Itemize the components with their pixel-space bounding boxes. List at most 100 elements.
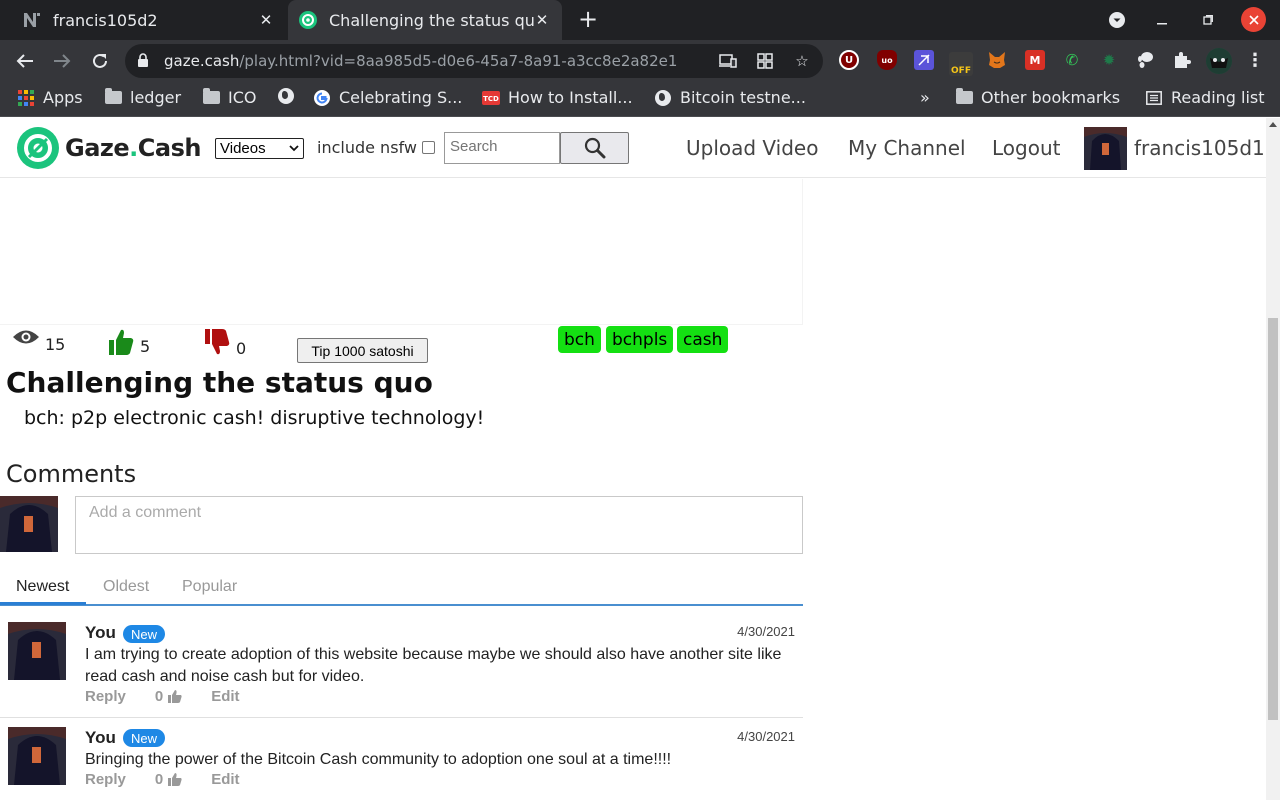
reload-icon[interactable] bbox=[87, 48, 113, 74]
google-icon bbox=[313, 89, 331, 106]
reading-list[interactable]: Reading list bbox=[1145, 88, 1265, 107]
select-value: Videos bbox=[220, 140, 266, 157]
nsfw-checkbox[interactable] bbox=[421, 141, 435, 154]
m-red-icon[interactable]: M bbox=[1025, 50, 1045, 70]
tag-cash[interactable]: cash bbox=[677, 326, 729, 353]
bookmark-bitcoin-testnet[interactable]: Bitcoin testne... bbox=[654, 88, 806, 107]
ublock-origin-icon[interactable]: U bbox=[839, 50, 859, 70]
bookmark-label: Celebrating S... bbox=[339, 88, 463, 107]
upload-video-link[interactable]: Upload Video bbox=[686, 136, 818, 160]
avatar[interactable] bbox=[8, 622, 66, 680]
likes-value: 5 bbox=[140, 337, 151, 356]
tab-search-icon[interactable] bbox=[1105, 8, 1129, 32]
comment-author[interactable]: You bbox=[85, 728, 116, 748]
reply-button[interactable]: Reply bbox=[85, 771, 126, 788]
close-tab-icon[interactable]: ✕ bbox=[256, 10, 276, 30]
off-icon[interactable]: OFF bbox=[949, 52, 973, 76]
site-header: Gaze.Cash Videos include nsfw Search Upl… bbox=[0, 118, 1266, 178]
bookmark-celebrating[interactable]: Celebrating S... bbox=[313, 88, 462, 107]
search-icon bbox=[584, 137, 605, 159]
avatar[interactable] bbox=[8, 727, 66, 785]
nsfw-toggle[interactable]: include nsfw bbox=[317, 138, 435, 157]
site-logo[interactable]: Gaze.Cash bbox=[16, 126, 201, 170]
browser-tab-2[interactable]: Challenging the status quo ✕ bbox=[288, 0, 562, 40]
bookmark-ico[interactable]: ICO bbox=[202, 88, 256, 107]
tag-bch[interactable]: bch bbox=[558, 326, 601, 353]
comment-text: Bringing the power of the Bitcoin Cash c… bbox=[85, 751, 672, 768]
address-bar[interactable]: gaze.cash/play.html?vid=8aa985d5-d0e6-45… bbox=[125, 44, 823, 78]
close-window-icon[interactable] bbox=[1241, 7, 1266, 32]
gaze-favicon-icon bbox=[298, 10, 318, 30]
my-channel-link[interactable]: My Channel bbox=[848, 136, 966, 160]
install-app-icon[interactable] bbox=[718, 52, 738, 70]
logout-link[interactable]: Logout bbox=[992, 136, 1060, 160]
bookmarks-overflow-icon[interactable]: » bbox=[920, 88, 930, 107]
other-bookmarks[interactable]: Other bookmarks bbox=[955, 88, 1120, 107]
reply-button[interactable]: Reply bbox=[85, 688, 126, 705]
gnome-icon[interactable] bbox=[1135, 50, 1155, 70]
profile-icon[interactable] bbox=[1206, 48, 1232, 74]
minimize-icon[interactable] bbox=[1150, 8, 1174, 32]
scroll-up-icon[interactable] bbox=[1269, 122, 1277, 127]
maximize-icon[interactable] bbox=[1196, 8, 1220, 32]
search-button[interactable] bbox=[560, 132, 629, 164]
comment-date: 4/30/2021 bbox=[737, 624, 795, 639]
comment-input[interactable]: Add a comment bbox=[75, 496, 803, 554]
kebab-menu-icon[interactable]: ⋮ bbox=[1245, 50, 1265, 71]
bookmark-globe[interactable] bbox=[277, 88, 303, 104]
search-input[interactable]: Search bbox=[444, 132, 560, 164]
close-tab-icon[interactable]: ✕ bbox=[532, 10, 552, 30]
metamask-icon[interactable] bbox=[987, 50, 1007, 70]
edit-button[interactable]: Edit bbox=[211, 771, 239, 788]
lock-icon[interactable] bbox=[137, 53, 151, 69]
content-type-select[interactable]: Videos bbox=[215, 138, 304, 159]
tab-newest[interactable]: Newest bbox=[16, 578, 69, 596]
username[interactable]: francis105d1 bbox=[1134, 136, 1265, 160]
scroll-thumb[interactable] bbox=[1268, 318, 1278, 720]
bookmark-ledger[interactable]: ledger bbox=[104, 88, 181, 107]
n-favicon-icon bbox=[22, 10, 42, 30]
tab-title: francis105d2 bbox=[53, 10, 158, 30]
comment-author[interactable]: You bbox=[85, 623, 116, 643]
thumbs-up-icon[interactable] bbox=[168, 690, 182, 703]
avatar[interactable] bbox=[1084, 127, 1127, 170]
bug-icon[interactable]: ✹ bbox=[1099, 50, 1119, 70]
reading-list-icon bbox=[1145, 90, 1163, 106]
chevron-down-icon bbox=[289, 145, 299, 152]
bookmark-star-icon[interactable]: ☆ bbox=[792, 52, 812, 70]
tab-popular[interactable]: Popular bbox=[182, 578, 237, 596]
page-viewport: Gaze.Cash Videos include nsfw Search Upl… bbox=[0, 118, 1280, 800]
browser-tab-1[interactable]: francis105d2 ✕ bbox=[8, 0, 286, 40]
dislike-button[interactable]: 0 bbox=[203, 328, 246, 358]
back-icon[interactable] bbox=[12, 48, 38, 74]
comment-item: You New 4/30/2021 Bringing the power of … bbox=[0, 723, 803, 800]
browser-tab-bar: francis105d2 ✕ Challenging the status qu… bbox=[0, 0, 1280, 40]
new-tab-button[interactable]: + bbox=[576, 7, 600, 32]
thumbs-up-icon[interactable] bbox=[168, 773, 182, 786]
qr-grid-icon[interactable] bbox=[755, 52, 775, 70]
tag-bchpls[interactable]: bchpls bbox=[606, 326, 674, 353]
phone-icon[interactable]: ✆ bbox=[1062, 50, 1082, 70]
svg-text:TCD: TCD bbox=[483, 95, 499, 103]
bookmark-apps[interactable]: Apps bbox=[17, 88, 83, 107]
url-text[interactable]: gaze.cash/play.html?vid=8aa985d5-d0e6-45… bbox=[164, 52, 677, 70]
feather-icon[interactable] bbox=[914, 50, 934, 70]
bookmark-label: Other bookmarks bbox=[981, 88, 1121, 107]
edit-button[interactable]: Edit bbox=[211, 688, 239, 705]
puzzle-icon[interactable] bbox=[1172, 50, 1192, 70]
forward-icon[interactable] bbox=[49, 48, 75, 74]
tab-oldest[interactable]: Oldest bbox=[103, 578, 149, 596]
folder-icon bbox=[202, 88, 220, 106]
video-player[interactable] bbox=[0, 179, 803, 325]
like-button[interactable]: 5 bbox=[107, 328, 150, 356]
page-scrollbar[interactable] bbox=[1266, 118, 1280, 800]
eye-icon bbox=[13, 330, 39, 344]
bookmark-how-to-install[interactable]: TCD How to Install... bbox=[482, 88, 633, 107]
thumbs-up-icon bbox=[109, 329, 134, 355]
comment-sort-tabs: Newest Oldest Popular bbox=[0, 570, 803, 606]
ublock-icon[interactable]: uo bbox=[877, 50, 897, 70]
new-badge: New bbox=[123, 729, 166, 747]
bookmarks-bar: Apps ledger ICO Celebrating S... TCD How… bbox=[0, 81, 1280, 117]
tip-button[interactable]: Tip 1000 satoshi bbox=[297, 338, 428, 363]
dislikes-value: 0 bbox=[236, 339, 247, 358]
